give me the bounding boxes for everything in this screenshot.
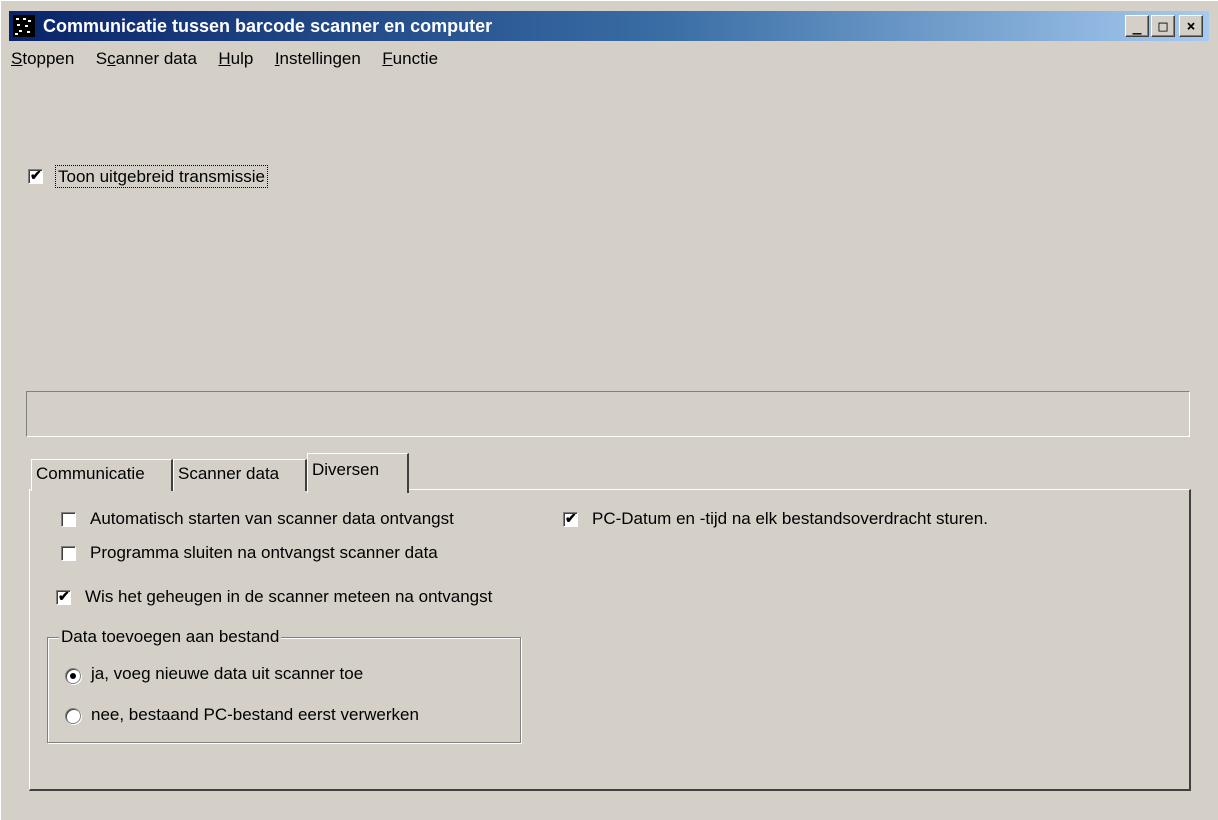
show-transmission-checkbox[interactable]: ✔ <box>28 167 43 184</box>
title-bar[interactable]: Communicatie tussen barcode scanner en c… <box>9 11 1209 41</box>
clear-memory-checkbox[interactable]: ✔ <box>56 588 71 605</box>
append-data-groupbox <box>47 637 521 743</box>
close-button[interactable]: × <box>1179 15 1203 37</box>
app-window: Communicatie tussen barcode scanner en c… <box>0 0 1218 820</box>
send-datetime-checkbox[interactable]: ✔ <box>563 510 578 527</box>
menu-label: S <box>95 49 108 68</box>
progress-panel <box>26 391 1190 437</box>
append-data-legend: Data toevoegen aan bestand <box>59 627 282 647</box>
menu-bar: Stoppen Scanner data Hulp Instellingen F… <box>11 49 455 75</box>
auto-start-checkbox[interactable] <box>61 512 76 527</box>
window-title: Communicatie tussen barcode scanner en c… <box>43 16 493 36</box>
tab-scanner-data[interactable]: Scanner data <box>173 459 307 491</box>
menu-label: anner data <box>115 49 197 68</box>
tab-diversen[interactable]: Diversen <box>307 453 409 493</box>
menu-label: nstellingen <box>279 49 361 68</box>
tab-label: Scanner data <box>178 464 280 483</box>
radio-selected-dot <box>70 673 76 679</box>
minimize-icon: _ <box>1132 17 1142 35</box>
menu-scanner-data[interactable]: Scanner data <box>96 49 197 69</box>
menu-mnemonic: S <box>11 49 23 68</box>
menu-label: toppen <box>22 49 75 68</box>
maximize-button[interactable]: □ <box>1151 15 1175 37</box>
tab-label: Communicatie <box>36 464 145 483</box>
menu-hulp[interactable]: Hulp <box>218 49 253 69</box>
auto-start-label[interactable]: Automatisch starten van scanner data ont… <box>90 509 454 529</box>
menu-label: unctie <box>392 49 439 68</box>
menu-stoppen[interactable]: Stoppen <box>11 49 74 69</box>
menu-mnemonic: H <box>218 49 231 68</box>
append-yes-radio[interactable] <box>65 668 81 684</box>
tab-communicatie[interactable]: Communicatie <box>31 459 173 491</box>
close-icon: × <box>1186 17 1196 35</box>
check-icon: ✔ <box>565 510 577 526</box>
menu-mnemonic: F <box>382 49 393 68</box>
show-transmission-text: Toon uitgebreid transmissie <box>55 165 268 188</box>
append-no-radio[interactable] <box>65 708 81 724</box>
menu-mnemonic: c <box>107 49 116 68</box>
close-after-checkbox[interactable] <box>61 546 76 561</box>
maximize-icon: □ <box>1158 17 1168 35</box>
check-icon: ✔ <box>58 588 70 604</box>
barcode-scanner-icon[interactable] <box>13 15 35 37</box>
minimize-button[interactable]: _ <box>1125 15 1149 37</box>
close-after-label[interactable]: Programma sluiten na ontvangst scanner d… <box>90 543 438 563</box>
append-no-label[interactable]: nee, bestaand PC-bestand eerst verwerken <box>91 705 419 725</box>
tab-label: Diversen <box>312 460 380 479</box>
menu-label: ulp <box>230 49 254 68</box>
clear-memory-label[interactable]: Wis het geheugen in de scanner meteen na… <box>85 587 492 607</box>
send-datetime-label[interactable]: PC-Datum en -tijd na elk bestandsoverdra… <box>592 509 988 529</box>
show-transmission-label[interactable]: Toon uitgebreid transmissie <box>55 165 268 188</box>
append-yes-label[interactable]: ja, voeg nieuwe data uit scanner toe <box>91 664 363 684</box>
menu-functie[interactable]: Functie <box>382 49 438 69</box>
check-icon: ✔ <box>30 167 42 183</box>
menu-instellingen[interactable]: Instellingen <box>275 49 361 69</box>
